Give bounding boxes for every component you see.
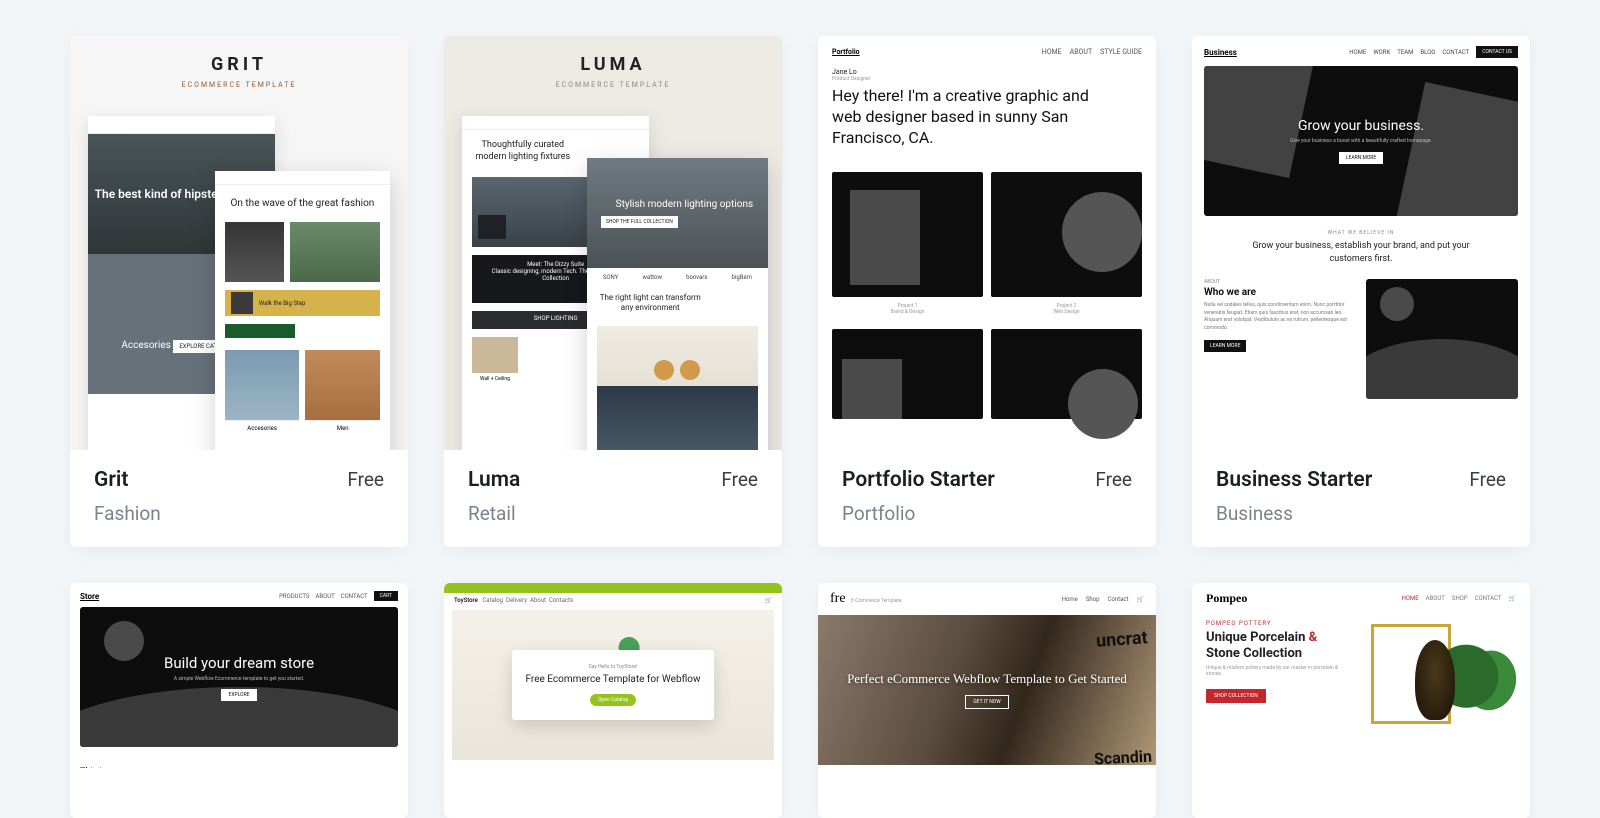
template-card-luma[interactable]: LUMA ECOMMERCE TEMPLATE Thoughtfully cur… bbox=[444, 36, 782, 547]
thumb-headline: Hey there! I'm a creative graphic and we… bbox=[832, 86, 1102, 148]
template-card-portfolio-starter[interactable]: Portfolio HOMEABOUTSTYLE GUIDE Jane Lo P… bbox=[818, 36, 1156, 547]
template-name: Grit bbox=[94, 468, 128, 492]
template-info: Grit Free Fashion bbox=[70, 450, 408, 547]
thumb-nav: HOMEABOUTSTYLE GUIDE bbox=[1042, 48, 1142, 56]
thumb-title: GRIT bbox=[70, 54, 408, 75]
template-price: Free bbox=[347, 468, 384, 491]
thumb-wave-text: On the wave of the great fashion bbox=[215, 185, 390, 222]
template-card-business-starter[interactable]: Business HOMEWORK TEAMBLOG CONTACT CONTA… bbox=[1192, 36, 1530, 547]
template-card-toystore[interactable]: ToyStore Catalog Delivery About Contacts… bbox=[444, 583, 782, 818]
template-info: Luma Free Retail bbox=[444, 450, 782, 547]
thumb-subtitle: ECOMMERCE TEMPLATE bbox=[444, 81, 782, 89]
thumb-title: LUMA bbox=[444, 54, 782, 75]
template-thumbnail: Portfolio HOMEABOUTSTYLE GUIDE Jane Lo P… bbox=[818, 36, 1156, 450]
template-price: Free bbox=[721, 468, 758, 491]
template-name: Luma bbox=[468, 468, 520, 492]
template-grid: GRIT ECOMMERCE TEMPLATE The best kind of… bbox=[0, 0, 1600, 818]
template-name: Business Starter bbox=[1216, 468, 1372, 492]
template-name: Portfolio Starter bbox=[842, 468, 995, 492]
thumb-subtitle: ECOMMERCE TEMPLATE bbox=[70, 81, 408, 89]
template-thumbnail: Business HOMEWORK TEAMBLOG CONTACT CONTA… bbox=[1192, 36, 1530, 450]
template-thumbnail: LUMA ECOMMERCE TEMPLATE Thoughtfully cur… bbox=[444, 36, 782, 450]
template-card-fre[interactable]: fre E-Commerce Template HomeShop Contact… bbox=[818, 583, 1156, 818]
template-card-grit[interactable]: GRIT ECOMMERCE TEMPLATE The best kind of… bbox=[70, 36, 408, 547]
template-price: Free bbox=[1095, 468, 1132, 491]
template-info: Portfolio Starter Free Portfolio bbox=[818, 450, 1156, 547]
template-category: Portfolio bbox=[842, 502, 1132, 525]
template-category: Retail bbox=[468, 502, 758, 525]
template-category: Business bbox=[1216, 502, 1506, 525]
thumb-brand: Portfolio bbox=[832, 48, 860, 56]
template-thumbnail: GRIT ECOMMERCE TEMPLATE The best kind of… bbox=[70, 36, 408, 450]
template-info: Business Starter Free Business bbox=[1192, 450, 1530, 547]
template-card-pompeo[interactable]: Pompeo HOME ABOUT SHOP CONTACT 🛒 POMPEO … bbox=[1192, 583, 1530, 818]
template-card-store[interactable]: Store PRODUCTSABOUT CONTACT CART Build y… bbox=[70, 583, 408, 818]
thumb-brand: Business bbox=[1204, 48, 1237, 57]
template-category: Fashion bbox=[94, 502, 384, 525]
thumb-nav: HOMEWORK TEAMBLOG CONTACT CONTACT US bbox=[1349, 46, 1518, 58]
template-price: Free bbox=[1469, 468, 1506, 491]
